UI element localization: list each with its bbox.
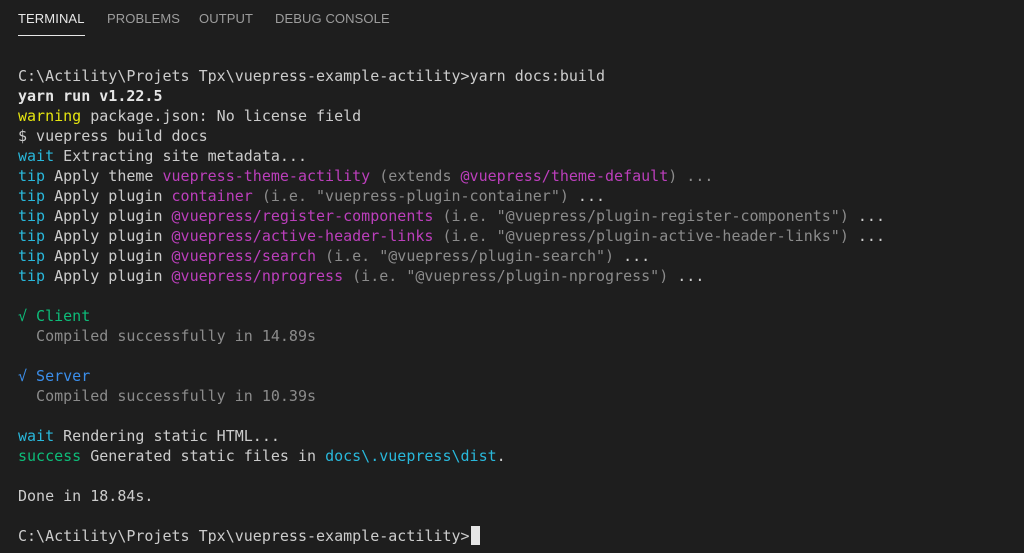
panel-tab-bar: TERMINAL PROBLEMS OUTPUT DEBUG CONSOLE <box>0 0 1024 40</box>
tab-problems[interactable]: PROBLEMS <box>107 11 180 26</box>
tab-output[interactable]: OUTPUT <box>199 11 253 26</box>
client-compiled-text: Compiled successfully in 14.89s <box>18 327 317 345</box>
plugin-name: @vuepress/nprogress <box>171 267 344 285</box>
tip-text: Apply plugin <box>45 227 172 245</box>
tip-text: Apply theme <box>45 167 163 185</box>
plugin-name: @vuepress/search <box>171 247 317 265</box>
plugin-suffix: ... <box>848 207 885 225</box>
wait-tag: wait <box>18 427 55 445</box>
success-path: docs\.vuepress\dist <box>325 447 497 465</box>
plugin-info: (i.e. "@vuepress/plugin-active-header-li… <box>433 227 849 245</box>
warning-tag: warning <box>18 107 82 125</box>
plugin-info: (i.e. "vuepress-plugin-container") <box>252 187 569 205</box>
terminal-line-warning: warning package.json: No license field <box>18 106 1018 126</box>
theme-name: vuepress-theme-actility <box>162 167 371 185</box>
terminal-line-tip-plugin: tip Apply plugin @vuepress/register-comp… <box>18 206 1018 226</box>
terminal-cursor <box>470 526 480 545</box>
plugin-suffix: ... <box>614 247 651 265</box>
wait-text: Extracting site metadata... <box>54 147 307 165</box>
check-icon: √ <box>18 307 28 325</box>
tip-tag: tip <box>18 207 46 225</box>
terminal-line-final-prompt[interactable]: C:\Actility\Projets Tpx\vuepress-example… <box>18 526 1018 546</box>
terminal-line-prompt-command: C:\Actility\Projets Tpx\vuepress-example… <box>18 66 1018 86</box>
tab-problems-label: PROBLEMS <box>107 11 181 26</box>
tip-text: Apply plugin <box>45 247 172 265</box>
terminal-line-done: Done in 18.84s. <box>18 486 1018 506</box>
terminal-line-build-command: $ vuepress build docs <box>18 126 1018 146</box>
plugin-suffix: ... <box>668 267 705 285</box>
final-prompt-text: C:\Actility\Projets Tpx\vuepress-example… <box>18 527 470 545</box>
tip-tag: tip <box>18 227 46 245</box>
terminal-output[interactable]: C:\Actility\Projets Tpx\vuepress-example… <box>18 66 1018 546</box>
terminal-line-tip-plugin: tip Apply plugin @vuepress/active-header… <box>18 226 1018 246</box>
terminal-line-success: success Generated static files in docs\.… <box>18 446 1018 466</box>
tip-text: Apply plugin <box>45 267 172 285</box>
tip-tag: tip <box>18 167 46 185</box>
terminal-line-tip-theme: tip Apply theme vuepress-theme-actility … <box>18 166 1018 186</box>
tip-text: Apply plugin <box>45 187 172 205</box>
yarn-run-text: yarn run v1.22.5 <box>18 87 163 105</box>
tip-tag: tip <box>18 187 46 205</box>
theme-suffix: ) ... <box>668 167 714 185</box>
wait-tag: wait <box>18 147 55 165</box>
tab-terminal[interactable]: TERMINAL <box>18 11 85 36</box>
terminal-panel: TERMINAL PROBLEMS OUTPUT DEBUG CONSOLE C… <box>0 0 1024 553</box>
plugin-name: @vuepress/register-components <box>171 207 434 225</box>
success-end: . <box>496 447 506 465</box>
success-text: Generated static files in <box>81 447 326 465</box>
terminal-line-client: √ Client <box>18 306 1018 326</box>
tip-tag: tip <box>18 247 46 265</box>
plugin-suffix: ... <box>848 227 885 245</box>
plugin-info: (i.e. "@vuepress/plugin-nprogress") <box>343 267 669 285</box>
terminal-line-wait-rendering: wait Rendering static HTML... <box>18 426 1018 446</box>
terminal-line-server: √ Server <box>18 366 1018 386</box>
warning-text: package.json: No license field <box>81 107 362 125</box>
check-icon: √ <box>18 367 28 385</box>
server-compiled-text: Compiled successfully in 10.39s <box>18 387 317 405</box>
plugin-name: container <box>171 187 253 205</box>
theme-extends-name: @vuepress/theme-default <box>460 167 669 185</box>
tip-tag: tip <box>18 267 46 285</box>
terminal-line-yarn-run: yarn run v1.22.5 <box>18 86 1018 106</box>
prompt-command-text: C:\Actility\Projets Tpx\vuepress-example… <box>18 67 605 85</box>
success-tag: success <box>18 447 82 465</box>
plugin-info: (i.e. "@vuepress/plugin-register-compone… <box>433 207 849 225</box>
active-tab-indicator <box>18 35 85 36</box>
tab-output-label: OUTPUT <box>199 11 254 26</box>
tab-debug-console[interactable]: DEBUG CONSOLE <box>275 11 390 26</box>
plugin-name: @vuepress/active-header-links <box>171 227 434 245</box>
terminal-line-tip-plugin: tip Apply plugin container (i.e. "vuepre… <box>18 186 1018 206</box>
terminal-line-client-compiled: Compiled successfully in 14.89s <box>18 326 1018 346</box>
terminal-line-tip-plugin: tip Apply plugin @vuepress/search (i.e. … <box>18 246 1018 266</box>
tab-debug-console-label: DEBUG CONSOLE <box>275 11 390 26</box>
tip-text: Apply plugin <box>45 207 172 225</box>
plugin-info: (i.e. "@vuepress/plugin-search") <box>316 247 615 265</box>
done-text: Done in 18.84s. <box>18 487 154 505</box>
build-command-text: $ vuepress build docs <box>18 127 208 145</box>
theme-extends-text: (extends <box>370 167 461 185</box>
wait-text: Rendering static HTML... <box>54 427 280 445</box>
client-label: Client <box>27 307 91 325</box>
terminal-line-tip-plugin: tip Apply plugin @vuepress/nprogress (i.… <box>18 266 1018 286</box>
server-label: Server <box>27 367 91 385</box>
tab-terminal-label: TERMINAL <box>18 11 85 26</box>
terminal-line-wait-metadata: wait Extracting site metadata... <box>18 146 1018 166</box>
plugin-suffix: ... <box>568 187 606 205</box>
terminal-line-server-compiled: Compiled successfully in 10.39s <box>18 386 1018 406</box>
